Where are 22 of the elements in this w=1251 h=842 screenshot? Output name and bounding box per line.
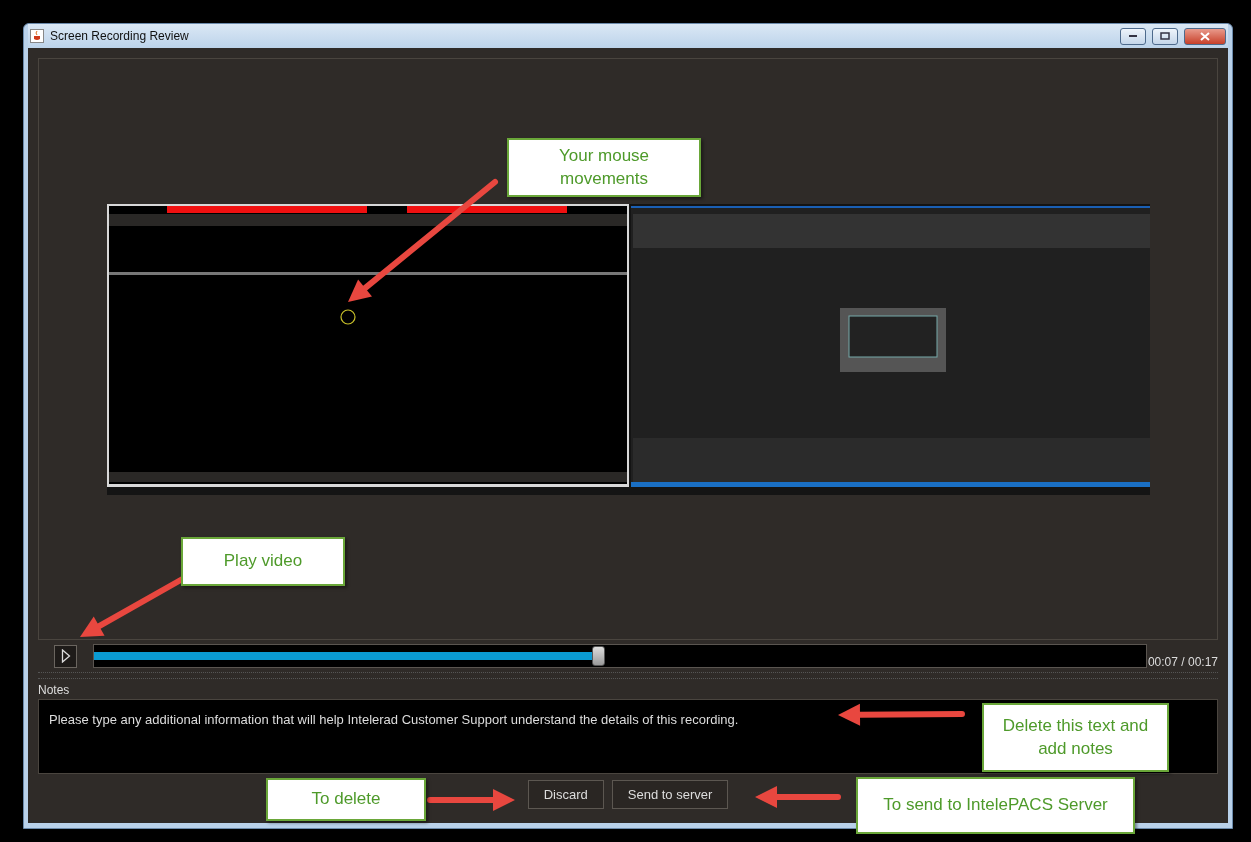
maximize-icon: [1160, 32, 1170, 40]
seek-slider[interactable]: [93, 644, 1147, 668]
notes-label: Notes: [38, 682, 70, 699]
time-readout: 00:07 / 00:17: [1147, 654, 1218, 669]
send-button[interactable]: Send to server: [611, 780, 729, 809]
play-button[interactable]: [54, 644, 77, 668]
callout-label: To delete: [266, 778, 426, 821]
minimize-icon: [1128, 34, 1138, 38]
discard-button[interactable]: Discard: [527, 780, 604, 809]
callout-label: Your mouse movements: [507, 138, 701, 197]
slider-thumb[interactable]: [591, 646, 605, 666]
splitter-handle[interactable]: [38, 672, 1218, 679]
close-button[interactable]: [1184, 27, 1226, 45]
window-title: Screen Recording Review: [50, 29, 190, 43]
callout-label: Delete this text and add notes: [982, 703, 1169, 772]
close-icon: [1200, 31, 1210, 41]
play-icon: [60, 649, 71, 663]
callout-label: Play video: [181, 537, 345, 586]
minimize-button[interactable]: [1120, 27, 1146, 45]
app-icon: [30, 29, 44, 43]
callout-label: To send to IntelePACS Server: [856, 777, 1135, 834]
maximize-button[interactable]: [1152, 27, 1178, 45]
